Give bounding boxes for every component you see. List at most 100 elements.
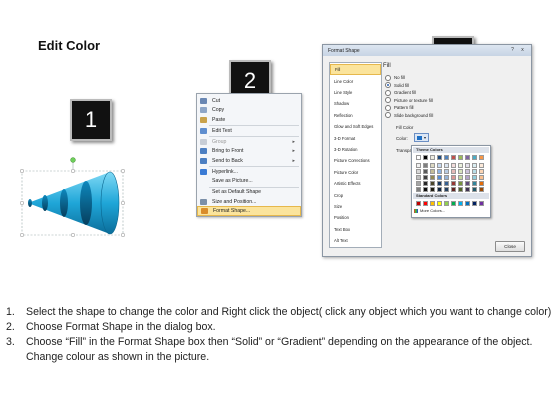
- color-swatch[interactable]: [479, 163, 484, 168]
- color-swatch[interactable]: [423, 169, 428, 174]
- menu-item-copy[interactable]: Copy: [197, 106, 301, 116]
- option-slide-background-fill[interactable]: Slide background fill: [385, 112, 433, 119]
- color-swatch[interactable]: [423, 155, 428, 160]
- color-swatch[interactable]: [430, 175, 435, 180]
- option-solid-fill[interactable]: Solid fill: [385, 82, 409, 89]
- color-swatch[interactable]: [430, 181, 435, 186]
- category-picture-color[interactable]: Picture Color: [330, 167, 381, 178]
- menu-item-paste[interactable]: Paste: [197, 115, 301, 125]
- help-button[interactable]: ?: [509, 47, 516, 53]
- color-swatch[interactable]: [416, 169, 421, 174]
- menu-item-send-to-back[interactable]: Send to Back ▸: [197, 156, 301, 166]
- close-icon[interactable]: x: [519, 47, 526, 53]
- category-fill[interactable]: Fill: [330, 64, 381, 76]
- color-swatch[interactable]: [437, 201, 442, 206]
- menu-item-set-default-shape[interactable]: Set as Default Shape: [197, 187, 301, 197]
- category-picture-corrections[interactable]: Picture Corrections: [330, 155, 381, 166]
- option-no-fill[interactable]: No fill: [385, 74, 405, 81]
- color-swatch[interactable]: [458, 187, 463, 192]
- menu-item-edit-text[interactable]: Edit Text: [197, 126, 301, 136]
- more-colors-button[interactable]: More Colors...: [414, 208, 445, 213]
- color-swatch[interactable]: [416, 175, 421, 180]
- color-swatch[interactable]: [437, 163, 442, 168]
- color-swatch[interactable]: [451, 175, 456, 180]
- color-swatch[interactable]: [472, 169, 477, 174]
- color-swatch[interactable]: [465, 201, 470, 206]
- color-swatch[interactable]: [451, 169, 456, 174]
- color-swatch[interactable]: [465, 163, 470, 168]
- color-swatch[interactable]: [458, 163, 463, 168]
- category-position[interactable]: Position: [330, 212, 381, 223]
- category-3d-format[interactable]: 3-D Format: [330, 132, 381, 143]
- color-swatch[interactable]: [451, 201, 456, 206]
- color-swatch[interactable]: [430, 169, 435, 174]
- color-swatch[interactable]: [479, 187, 484, 192]
- color-swatch[interactable]: [472, 163, 477, 168]
- color-swatch[interactable]: [472, 201, 477, 206]
- color-swatch[interactable]: [437, 187, 442, 192]
- color-swatch[interactable]: [416, 181, 421, 186]
- category-size[interactable]: Size: [330, 201, 381, 212]
- color-swatch[interactable]: [472, 187, 477, 192]
- color-swatch[interactable]: [465, 181, 470, 186]
- color-swatch[interactable]: [437, 181, 442, 186]
- color-swatch[interactable]: [479, 181, 484, 186]
- menu-item-format-shape[interactable]: Format Shape...: [197, 206, 301, 216]
- color-swatch[interactable]: [472, 155, 477, 160]
- color-dropdown[interactable]: ▾: [414, 133, 429, 142]
- menu-item-save-as-picture[interactable]: Save as Picture...: [197, 177, 301, 187]
- color-swatch[interactable]: [437, 175, 442, 180]
- color-swatch[interactable]: [423, 175, 428, 180]
- color-swatch[interactable]: [472, 181, 477, 186]
- color-swatch[interactable]: [416, 155, 421, 160]
- color-swatch[interactable]: [444, 155, 449, 160]
- category-glow[interactable]: Glow and Soft Edges: [330, 121, 381, 132]
- category-text-box[interactable]: Text Box: [330, 224, 381, 235]
- color-swatch[interactable]: [423, 187, 428, 192]
- color-swatch[interactable]: [458, 155, 463, 160]
- color-swatch[interactable]: [423, 201, 428, 206]
- color-swatch[interactable]: [451, 155, 456, 160]
- color-swatch[interactable]: [444, 187, 449, 192]
- color-swatch[interactable]: [465, 175, 470, 180]
- color-swatch[interactable]: [444, 201, 449, 206]
- color-swatch[interactable]: [479, 175, 484, 180]
- color-swatch[interactable]: [444, 169, 449, 174]
- color-swatch[interactable]: [430, 163, 435, 168]
- color-swatch[interactable]: [430, 201, 435, 206]
- menu-item-hyperlink[interactable]: Hyperlink...: [197, 167, 301, 177]
- close-button[interactable]: Close: [495, 241, 525, 252]
- color-swatch[interactable]: [458, 201, 463, 206]
- category-line-color[interactable]: Line Color: [330, 75, 381, 86]
- menu-item-bring-to-front[interactable]: Bring to Front ▸: [197, 147, 301, 157]
- color-swatch[interactable]: [416, 163, 421, 168]
- color-swatch[interactable]: [423, 163, 428, 168]
- category-alt-text[interactable]: Alt Text: [330, 235, 381, 246]
- color-swatch[interactable]: [444, 163, 449, 168]
- category-crop[interactable]: Crop: [330, 189, 381, 200]
- color-swatch[interactable]: [430, 155, 435, 160]
- color-swatch[interactable]: [465, 155, 470, 160]
- category-artistic-effects[interactable]: Artistic Effects: [330, 178, 381, 189]
- color-swatch[interactable]: [430, 187, 435, 192]
- color-swatch[interactable]: [479, 155, 484, 160]
- category-3d-rotation[interactable]: 3-D Rotation: [330, 144, 381, 155]
- color-swatch[interactable]: [423, 181, 428, 186]
- color-swatch[interactable]: [479, 201, 484, 206]
- option-gradient-fill[interactable]: Gradient fill: [385, 89, 416, 96]
- color-swatch[interactable]: [444, 175, 449, 180]
- color-swatch[interactable]: [458, 181, 463, 186]
- menu-item-group[interactable]: Group ▸: [197, 137, 301, 147]
- menu-item-cut[interactable]: Cut: [197, 96, 301, 106]
- option-picture-fill[interactable]: Picture or texture fill: [385, 97, 433, 104]
- color-swatch[interactable]: [416, 201, 421, 206]
- color-swatch[interactable]: [472, 175, 477, 180]
- color-swatch[interactable]: [451, 187, 456, 192]
- category-line-style[interactable]: Line Style: [330, 87, 381, 98]
- color-swatch[interactable]: [437, 169, 442, 174]
- color-swatch[interactable]: [465, 169, 470, 174]
- cone-shape-selected[interactable]: [18, 155, 130, 243]
- color-swatch[interactable]: [451, 163, 456, 168]
- color-swatch[interactable]: [479, 169, 484, 174]
- color-swatch[interactable]: [437, 155, 442, 160]
